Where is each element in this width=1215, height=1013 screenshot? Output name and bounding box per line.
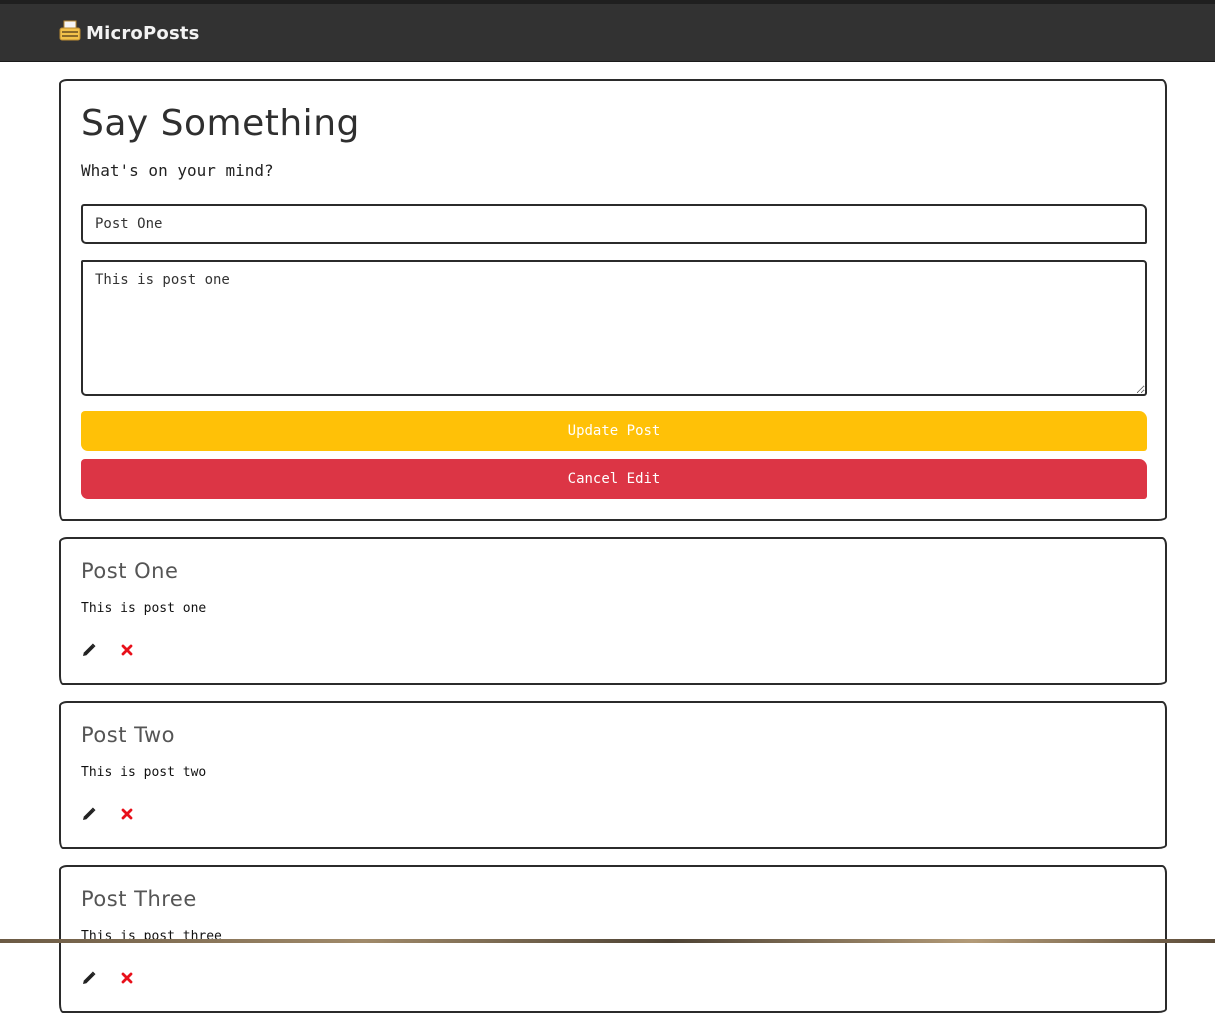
post-form-card: Say Something What's on your mind? This … — [59, 79, 1167, 521]
post-actions — [81, 806, 135, 822]
typewriter-icon — [58, 19, 82, 47]
post-card: Post Two This is post two — [59, 701, 1167, 849]
form-subtitle: What's on your mind? — [81, 161, 274, 180]
post-title: Post Two — [81, 723, 175, 747]
form-title: Say Something — [81, 103, 360, 144]
delete-x-icon[interactable] — [119, 642, 135, 658]
post-title: Post One — [81, 559, 179, 583]
pencil-icon[interactable] — [81, 806, 97, 822]
pencil-icon[interactable] — [81, 642, 97, 658]
navbar: MicroPosts — [0, 0, 1215, 62]
post-actions — [81, 642, 135, 658]
cancel-edit-button[interactable]: Cancel Edit — [81, 459, 1147, 499]
pencil-icon[interactable] — [81, 970, 97, 986]
post-actions — [81, 970, 135, 986]
post-card: Post One This is post one — [59, 537, 1167, 685]
update-post-button[interactable]: Update Post — [81, 411, 1147, 451]
delete-x-icon[interactable] — [119, 806, 135, 822]
brand-name: MicroPosts — [86, 22, 200, 44]
brand-link[interactable]: MicroPosts — [58, 19, 200, 47]
post-body: This is post two — [81, 765, 207, 780]
delete-x-icon[interactable] — [119, 970, 135, 986]
taskbar-strip — [0, 939, 1215, 943]
post-body-textarea[interactable]: This is post one — [81, 260, 1147, 396]
post-title-input[interactable] — [81, 204, 1147, 244]
post-body: This is post one — [81, 601, 207, 616]
post-title: Post Three — [81, 887, 197, 911]
